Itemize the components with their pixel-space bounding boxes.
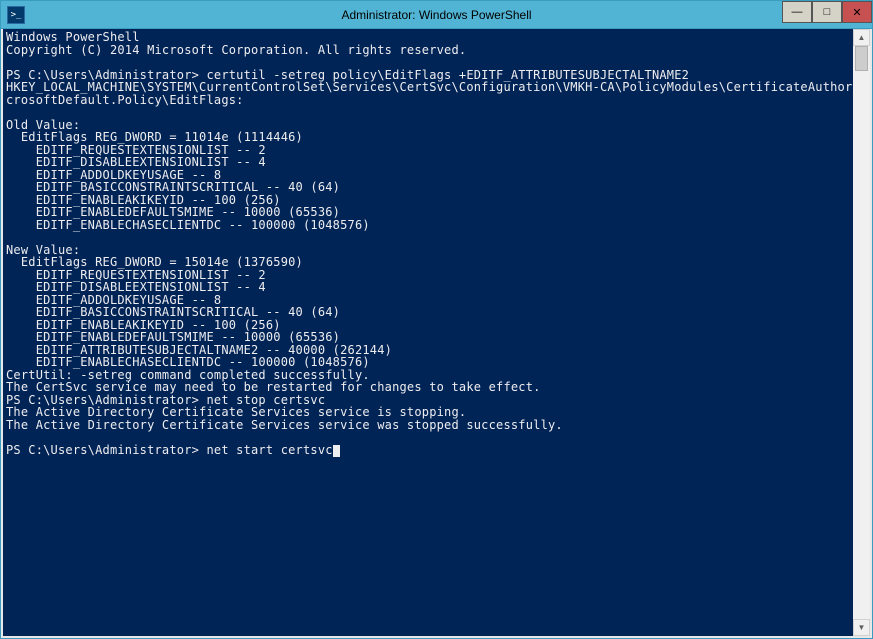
scroll-thumb[interactable] bbox=[855, 46, 868, 71]
maximize-button[interactable]: □ bbox=[812, 1, 842, 23]
line: crosoftDefault.Policy\EditFlags: bbox=[6, 93, 244, 107]
scroll-track[interactable] bbox=[853, 46, 870, 619]
titlebar[interactable]: >_ Administrator: Windows PowerShell — □… bbox=[1, 1, 872, 29]
cursor bbox=[333, 445, 340, 457]
vertical-scrollbar[interactable]: ▲ ▼ bbox=[853, 29, 870, 636]
line: EDITF_ENABLECHASECLIENTDC -- 100000 (104… bbox=[6, 218, 370, 232]
window-controls: — □ ✕ bbox=[782, 1, 872, 23]
line: The Active Directory Certificate Service… bbox=[6, 418, 563, 432]
scroll-down-button[interactable]: ▼ bbox=[853, 619, 870, 636]
window-title: Administrator: Windows PowerShell bbox=[341, 8, 531, 22]
powershell-window: >_ Administrator: Windows PowerShell — □… bbox=[0, 0, 873, 639]
powershell-icon: >_ bbox=[7, 6, 25, 24]
minimize-button[interactable]: — bbox=[782, 1, 812, 23]
close-button[interactable]: ✕ bbox=[842, 1, 872, 23]
icon-glyph: >_ bbox=[11, 10, 22, 20]
line: Copyright (C) 2014 Microsoft Corporation… bbox=[6, 43, 466, 57]
terminal-output[interactable]: Windows PowerShell Copyright (C) 2014 Mi… bbox=[3, 29, 853, 636]
line: PS C:\Users\Administrator> net start cer… bbox=[6, 443, 333, 457]
scroll-up-button[interactable]: ▲ bbox=[853, 29, 870, 46]
terminal-container: Windows PowerShell Copyright (C) 2014 Mi… bbox=[1, 29, 872, 638]
